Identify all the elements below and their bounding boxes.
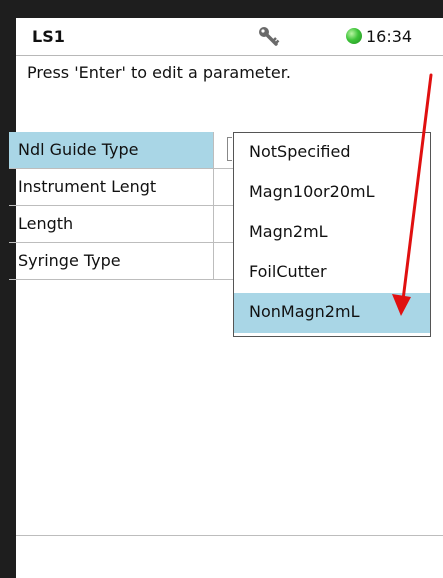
key-icon (259, 27, 280, 46)
clock: 16:34 (366, 27, 413, 46)
dropdown-option-magn2ml[interactable]: Magn2mL (234, 213, 430, 253)
dropdown-option-notspecified[interactable]: NotSpecified (234, 133, 430, 173)
dropdown-option-nonmagn2ml[interactable]: NonMagn2mL (234, 293, 430, 333)
status-led-icon (346, 28, 362, 44)
title-bar: LS1 16:34 (16, 18, 443, 56)
param-label: Ndl Guide Type (9, 132, 214, 168)
guide-type-dropdown[interactable]: NotSpecified Magn10or20mL Magn2mL FoilCu… (233, 132, 431, 337)
param-label: Syringe Type (9, 243, 214, 279)
instruction-text: Press 'Enter' to edit a parameter. (27, 63, 291, 82)
device-frame: LS1 16:34 Press 'Enter' to edit a parame… (0, 0, 443, 578)
dropdown-option-magn10or20ml[interactable]: Magn10or20mL (234, 173, 430, 213)
dropdown-option-foilcutter[interactable]: FoilCutter (234, 253, 430, 293)
param-label: Length (9, 206, 214, 242)
footer-divider (16, 535, 443, 536)
screen-title: LS1 (32, 27, 65, 46)
dropdown-anchor (227, 137, 232, 161)
param-label: Instrument Lengt (9, 169, 214, 205)
